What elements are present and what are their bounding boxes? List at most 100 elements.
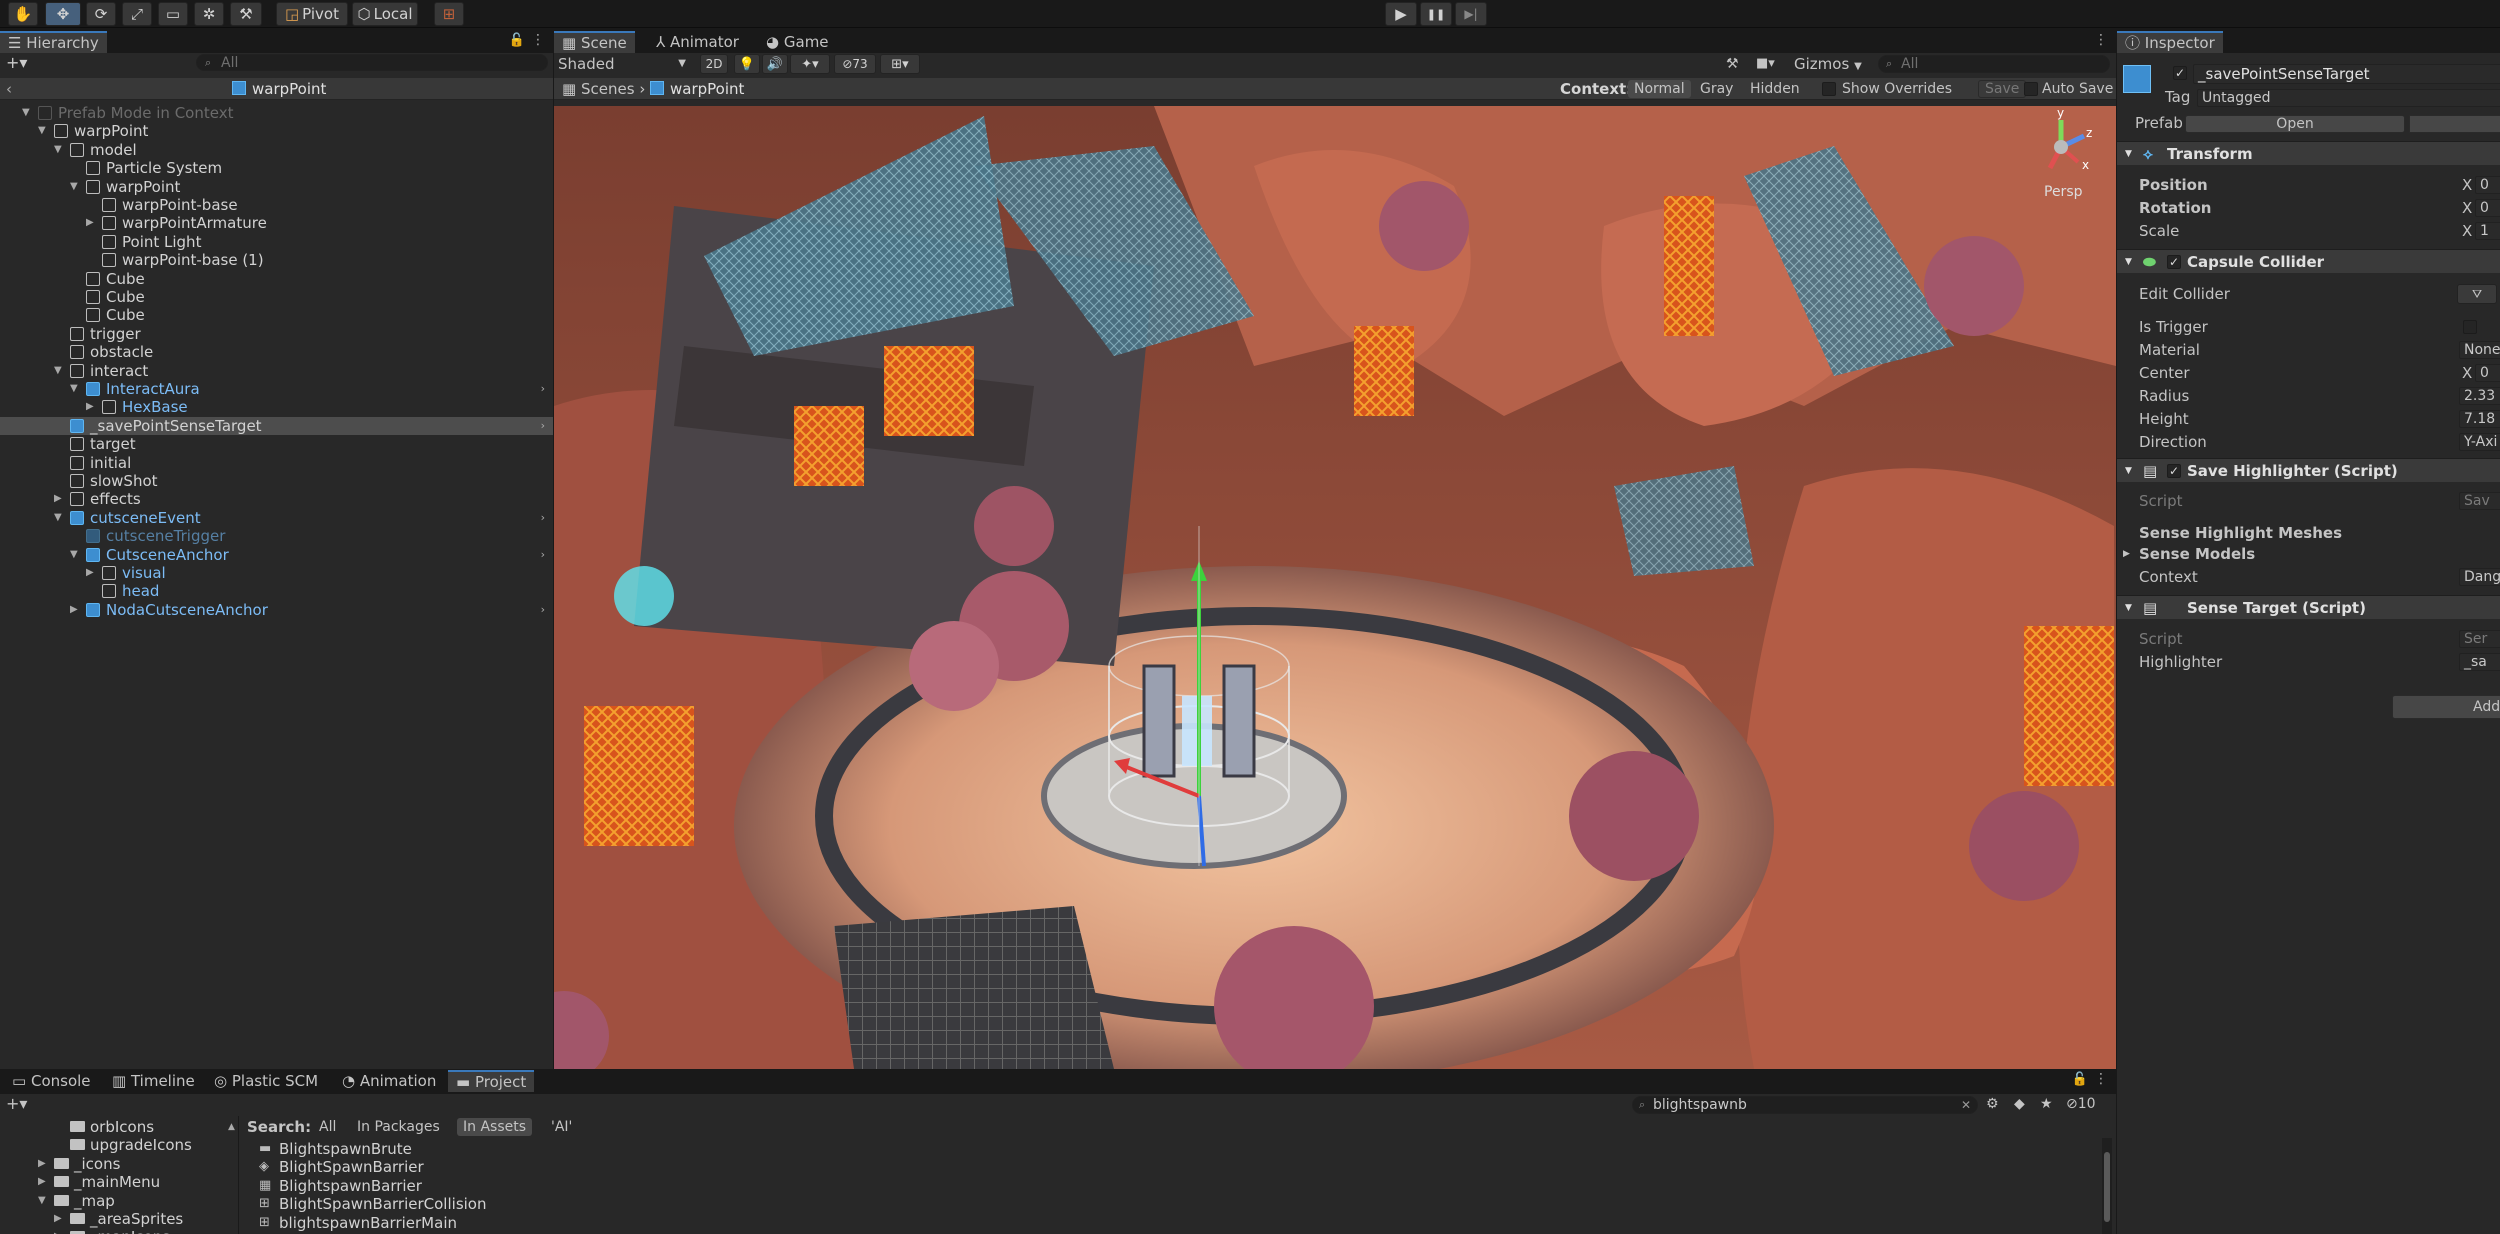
- tab-animation[interactable]: ◔ Animation: [334, 1070, 444, 1092]
- back-icon[interactable]: ‹: [6, 78, 12, 100]
- hierarchy-row[interactable]: ▶ warpPointArmature: [0, 214, 553, 232]
- persp-label[interactable]: Persp: [2044, 184, 2083, 200]
- chevron-right-icon[interactable]: ▶: [38, 1155, 46, 1173]
- chevron-right-icon[interactable]: ▶: [70, 601, 78, 619]
- edit-collider-button[interactable]: ⛛: [2457, 284, 2497, 304]
- camera-dropdown[interactable]: ■▾: [1756, 53, 1775, 75]
- tab-plastic-scm[interactable]: ◎ Plastic SCM: [206, 1070, 326, 1092]
- open-prefab-icon[interactable]: ›: [541, 417, 545, 435]
- tools-icon[interactable]: ⚒: [1726, 53, 1739, 75]
- favorite-icon[interactable]: ★: [2040, 1096, 2053, 1112]
- audio-icon[interactable]: 🔊: [762, 54, 788, 74]
- context-normal[interactable]: Normal: [1628, 80, 1691, 98]
- effects-dropdown[interactable]: ✦▾: [790, 54, 830, 74]
- chevron-right-icon[interactable]: ▶: [86, 398, 94, 416]
- open-prefab-icon[interactable]: ›: [541, 546, 545, 564]
- chevron-right-icon[interactable]: ▶: [38, 1173, 46, 1191]
- hidden-objects-toggle[interactable]: ⊘ 73: [834, 54, 876, 74]
- chevron-down-icon[interactable]: ▼: [54, 362, 62, 380]
- step-button[interactable]: ▶|: [1455, 2, 1487, 26]
- scrollbar-thumb[interactable]: [2104, 1152, 2110, 1222]
- chevron-right-icon[interactable]: ▶: [86, 564, 94, 582]
- tab-scene[interactable]: ▦ Scene: [554, 31, 635, 53]
- material-field[interactable]: None: [2459, 341, 2500, 359]
- result-item[interactable]: ◈ BlightSpawnBarrier: [239, 1158, 2099, 1176]
- show-overrides-checkbox[interactable]: [1822, 82, 1836, 96]
- chevron-down-icon[interactable]: ▼: [70, 546, 78, 564]
- scene-viewport[interactable]: y z x Persp: [554, 106, 2116, 1069]
- sense-models-row[interactable]: ▶ Sense Models: [2117, 543, 2500, 565]
- hierarchy-search-input[interactable]: ⌕ All: [196, 54, 548, 71]
- move-icon[interactable]: ✥: [45, 2, 81, 26]
- folder-tree-item[interactable]: ▶ _icons: [0, 1155, 236, 1173]
- hand-icon[interactable]: ✋: [8, 2, 38, 26]
- filter-ai[interactable]: 'AI': [545, 1118, 578, 1136]
- scene-search-input[interactable]: ⌕ All: [1878, 55, 2110, 73]
- result-item[interactable]: ▬ BlightspawnBrute: [239, 1140, 2099, 1158]
- filter-label-icon[interactable]: ◆: [2014, 1096, 2025, 1112]
- warppoint-breadcrumb[interactable]: warpPoint: [670, 78, 744, 100]
- result-item[interactable]: ⊞ blightspawnBarrierMain: [239, 1214, 2099, 1232]
- pivot-toggle[interactable]: ◲ Pivot: [276, 2, 348, 26]
- chevron-down-icon[interactable]: ▼: [38, 1192, 46, 1210]
- center-x-field[interactable]: 0: [2475, 364, 2500, 382]
- hierarchy-row[interactable]: ▶ HexBase: [0, 398, 553, 416]
- sense-target-header[interactable]: ▼ ▤ Sense Target (Script): [2117, 595, 2500, 619]
- open-prefab-icon[interactable]: ›: [541, 509, 545, 527]
- hierarchy-row[interactable]: Cube: [0, 288, 553, 306]
- context-hidden[interactable]: Hidden: [1750, 78, 1800, 100]
- prefab-breadcrumb[interactable]: warpPoint: [252, 78, 326, 100]
- chevron-down-icon[interactable]: ▼: [38, 122, 46, 140]
- folder-tree-item[interactable]: ▶ _mapIcons: [0, 1228, 236, 1234]
- hierarchy-row[interactable]: Point Light: [0, 233, 553, 251]
- hierarchy-row[interactable]: ▶ visual: [0, 564, 553, 582]
- hierarchy-row[interactable]: obstacle: [0, 343, 553, 361]
- filter-in-assets[interactable]: In Assets: [457, 1118, 533, 1136]
- folder-tree-item[interactable]: orbIcons: [0, 1118, 236, 1136]
- folder-tree-item[interactable]: ▶ _mainMenu: [0, 1173, 236, 1191]
- open-prefab-icon[interactable]: ›: [541, 380, 545, 398]
- tag-dropdown[interactable]: Untagged: [2197, 89, 2500, 107]
- more-menu-icon[interactable]: ⋮: [531, 32, 545, 48]
- auto-save-checkbox[interactable]: [2024, 82, 2038, 96]
- tab-animator[interactable]: ⅄ Animator: [648, 31, 747, 53]
- hierarchy-row[interactable]: warpPoint-base (1): [0, 251, 553, 269]
- gizmos-dropdown[interactable]: Gizmos ▼: [1794, 53, 1862, 78]
- hierarchy-row[interactable]: initial: [0, 454, 553, 472]
- hierarchy-row[interactable]: Cube: [0, 306, 553, 324]
- scenes-breadcrumb[interactable]: ▦ Scenes ›: [562, 78, 645, 100]
- chevron-down-icon[interactable]: ▼: [70, 178, 78, 196]
- hierarchy-row[interactable]: _savePointSenseTarget ›: [0, 416, 553, 435]
- active-checkbox[interactable]: ✓: [2173, 66, 2187, 80]
- sense-highlight-meshes-row[interactable]: Sense Highlight Meshes: [2117, 522, 2500, 544]
- tab-timeline[interactable]: ▥ Timeline: [104, 1070, 203, 1092]
- chevron-down-icon[interactable]: ▼: [54, 509, 62, 527]
- transform-icon[interactable]: ✲: [194, 2, 224, 26]
- local-toggle[interactable]: ⬡ Local: [352, 2, 418, 26]
- orientation-gizmo[interactable]: y z x Persp: [2026, 106, 2096, 202]
- scene-more-icon[interactable]: ⋮: [2094, 32, 2108, 48]
- hierarchy-row[interactable]: ▼ warpPoint: [0, 122, 553, 140]
- more-menu-icon[interactable]: ⋮: [2094, 1071, 2108, 1087]
- create-asset-icon[interactable]: +▾: [6, 1094, 27, 1113]
- hierarchy-row[interactable]: slowShot: [0, 472, 553, 490]
- result-item[interactable]: ▦ BlightspawnBarrier: [239, 1177, 2099, 1195]
- hierarchy-row[interactable]: ▼ cutsceneEvent ›: [0, 509, 553, 527]
- lighting-icon[interactable]: 💡: [734, 54, 760, 74]
- hierarchy-row[interactable]: ▼ interact: [0, 362, 553, 380]
- scale-icon[interactable]: ⤢: [122, 2, 152, 26]
- open-prefab-icon[interactable]: ›: [541, 601, 545, 619]
- grid-snap-icon[interactable]: ⊞: [434, 2, 464, 26]
- save-highlighter-checkbox[interactable]: ✓: [2167, 464, 2181, 478]
- play-button[interactable]: ▶: [1385, 2, 1417, 26]
- hierarchy-row[interactable]: ▼ CutsceneAnchor ›: [0, 546, 553, 564]
- hierarchy-row[interactable]: Cube: [0, 270, 553, 288]
- lock-icon[interactable]: 🔓: [2072, 1072, 2088, 1087]
- tab-inspector[interactable]: ⓘ Inspector: [2117, 31, 2223, 53]
- save-highlighter-header[interactable]: ▼ ▤ ✓ Save Highlighter (Script): [2117, 458, 2500, 482]
- context-gray[interactable]: Gray: [1700, 78, 1733, 100]
- hierarchy-row[interactable]: trigger: [0, 325, 553, 343]
- add-icon[interactable]: +▾: [6, 53, 27, 72]
- script-field[interactable]: Sav: [2459, 492, 2500, 510]
- rotate-icon[interactable]: ⟳: [86, 2, 116, 26]
